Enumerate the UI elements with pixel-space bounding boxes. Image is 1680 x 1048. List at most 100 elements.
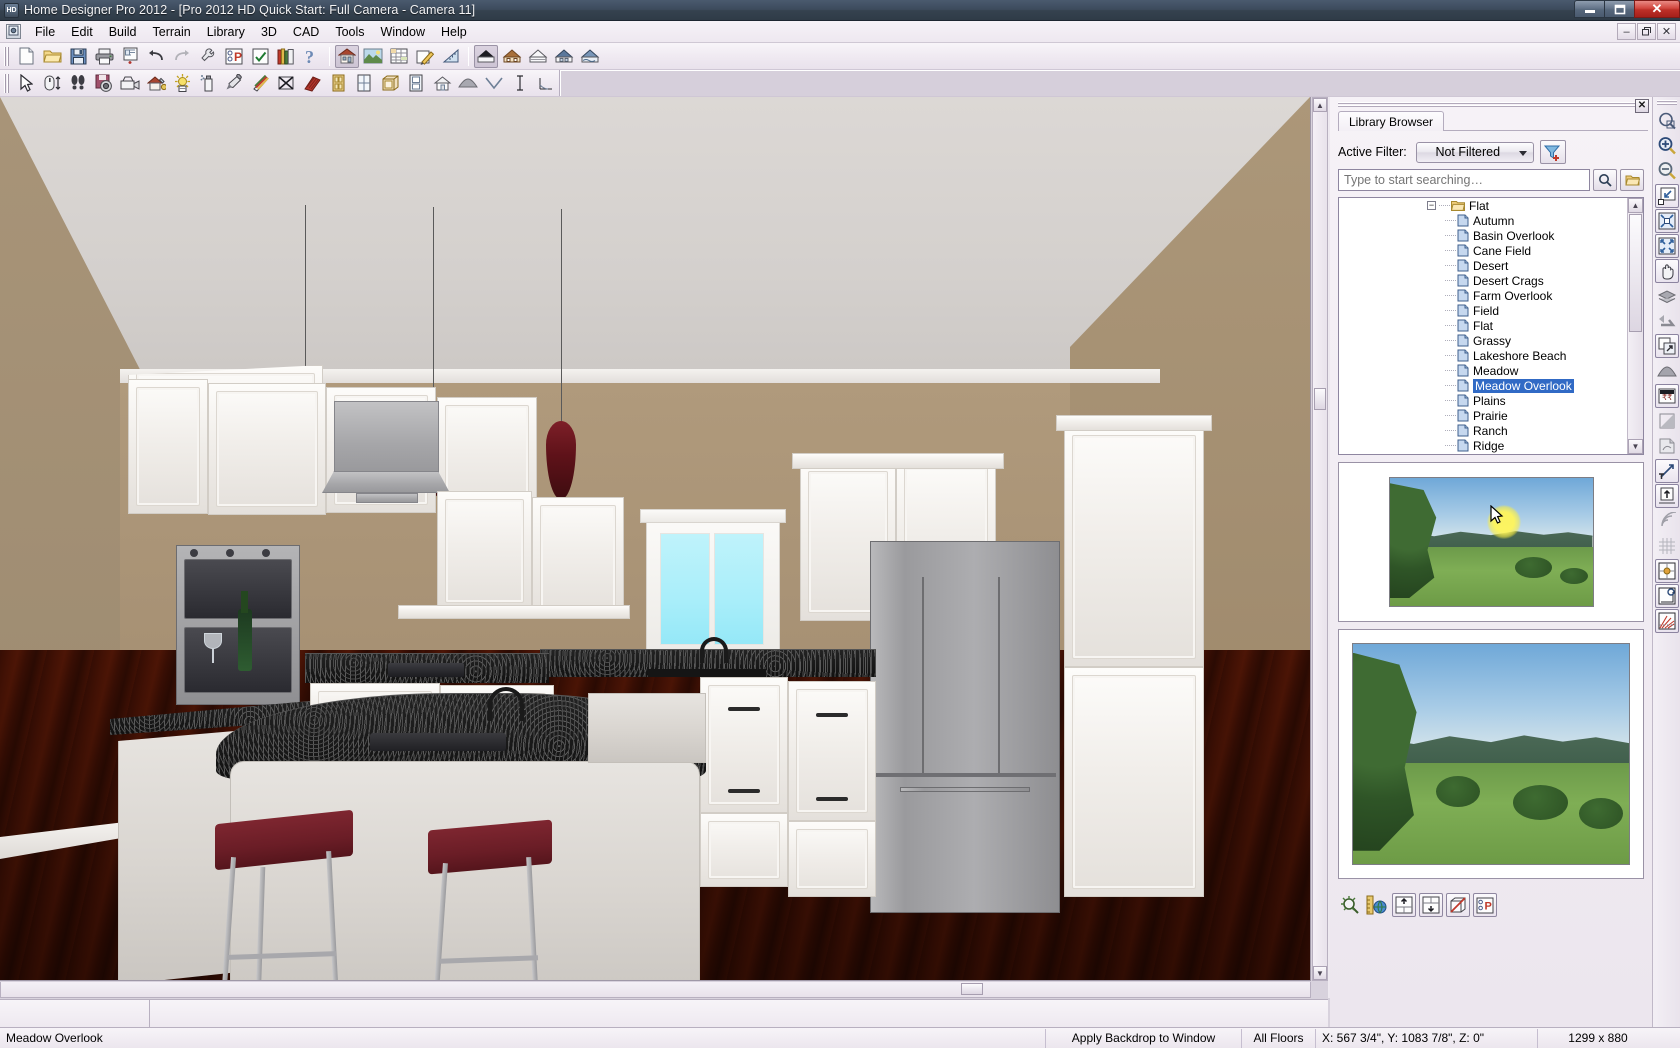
camera-view-button[interactable] (361, 45, 385, 68)
new-plan-button[interactable] (14, 45, 38, 68)
tree-item-prairie[interactable]: Prairie (1339, 408, 1626, 423)
tree-item-desert-crags[interactable]: Desert Crags (1339, 273, 1626, 288)
tree-node-flat-folder[interactable]: − Flat (1339, 198, 1626, 213)
bump-map-button[interactable] (1655, 434, 1679, 458)
save-camera-button[interactable] (92, 72, 116, 95)
terrain-hill-button[interactable] (456, 72, 480, 95)
edit-area-button[interactable] (413, 45, 437, 68)
zoom-window-button[interactable] (1655, 109, 1679, 133)
viewport-vertical-scrollbar[interactable]: ▲ ▼ (1312, 97, 1328, 981)
toolbar-grip[interactable] (3, 74, 10, 93)
vertical-scroll-thumb[interactable] (1314, 388, 1326, 410)
full-camera-button[interactable] (474, 45, 498, 68)
cross-section-button[interactable] (552, 45, 576, 68)
material-painter-button[interactable] (248, 72, 272, 95)
panel-properties-button[interactable]: P (1473, 893, 1497, 917)
menu-edit[interactable]: Edit (63, 22, 101, 42)
previous-floor-button[interactable] (1655, 284, 1679, 308)
tree-scroll-down-arrow[interactable]: ▼ (1628, 439, 1643, 454)
reference-display-button[interactable] (1655, 309, 1679, 333)
tree-item-grassy[interactable]: Grassy (1339, 333, 1626, 348)
eyedropper-button[interactable] (222, 72, 246, 95)
save-plan-button[interactable] (66, 45, 90, 68)
overview-button[interactable] (578, 45, 602, 68)
view-options-button[interactable] (1338, 893, 1362, 917)
viewport-horizontal-scrollbar[interactable] (0, 982, 1311, 998)
elevation-camera-button[interactable] (526, 45, 550, 68)
search-input[interactable] (1338, 169, 1590, 191)
sun-angle-button[interactable] (170, 72, 194, 95)
library-browser-button[interactable] (274, 45, 298, 68)
horizontal-scroll-thumb[interactable] (961, 983, 983, 995)
zoom-out-button[interactable] (1655, 159, 1679, 183)
dimension-button[interactable] (508, 72, 532, 95)
library-panel-grip[interactable] (1338, 101, 1636, 110)
fill-window-building-button[interactable] (1655, 209, 1679, 233)
tree-item-ranch[interactable]: Ranch (1339, 423, 1626, 438)
mdi-close-button[interactable]: ✕ (1657, 23, 1676, 40)
select-objects-button[interactable] (14, 72, 38, 95)
menu-terrain[interactable]: Terrain (145, 22, 199, 42)
toolbar-grip[interactable] (1657, 99, 1677, 106)
window-close-button[interactable]: ✕ (1634, 0, 1680, 18)
tree-scroll-thumb[interactable] (1629, 214, 1642, 332)
print-button[interactable] (92, 45, 116, 68)
grid-snaps-button[interactable] (1655, 534, 1679, 558)
active-filter-select[interactable]: Not Filtered (1416, 142, 1534, 163)
place-above-button[interactable] (1392, 893, 1416, 917)
menu-window[interactable]: Window (373, 22, 433, 42)
tree-item-meadow-overlook[interactable]: Meadow Overlook (1339, 378, 1626, 393)
walkthrough-button[interactable] (66, 72, 90, 95)
tree-item-cane-field[interactable]: Cane Field (1339, 243, 1626, 258)
redo-button[interactable] (170, 45, 194, 68)
zoom-extents-button[interactable] (1655, 234, 1679, 258)
angle-button[interactable] (534, 72, 558, 95)
tree-item-field[interactable]: Field (1339, 303, 1626, 318)
menu-build[interactable]: Build (101, 22, 145, 42)
no-backdrop-button[interactable] (274, 72, 298, 95)
no-3d-button[interactable] (1446, 893, 1470, 917)
roofing-button[interactable] (300, 72, 324, 95)
backdrop-hill-button[interactable] (1655, 359, 1679, 383)
preferences-button[interactable] (196, 45, 220, 68)
plan-defaults-button[interactable]: P (222, 45, 246, 68)
zoom-in-button[interactable] (1655, 134, 1679, 158)
tree-item-meadow[interactable]: Meadow (1339, 363, 1626, 378)
browse-folder-button[interactable] (1620, 169, 1644, 191)
undo-button[interactable] (144, 45, 168, 68)
page-setup-button[interactable]: ₹₹ (1655, 384, 1679, 408)
menu-file[interactable]: File (27, 22, 63, 42)
menu-3d[interactable]: 3D (253, 22, 285, 42)
fill-window-button[interactable] (1655, 184, 1679, 208)
house-small-button[interactable] (430, 72, 454, 95)
menu-cad[interactable]: CAD (285, 22, 327, 42)
line-arrow-button[interactable] (1655, 459, 1679, 483)
tree-vertical-scrollbar[interactable]: ▲ ▼ (1627, 198, 1643, 454)
shadow-button[interactable] (1655, 409, 1679, 433)
open-plan-button[interactable] (40, 45, 64, 68)
tree-item-lakeshore-beach[interactable]: Lakeshore Beach (1339, 348, 1626, 363)
place-below-button[interactable] (1419, 893, 1443, 917)
floor-camera-button[interactable] (500, 45, 524, 68)
adjust-camera-button[interactable] (118, 72, 142, 95)
menu-tools[interactable]: Tools (327, 22, 372, 42)
tab-library-browser[interactable]: Library Browser (1338, 111, 1444, 131)
spray-paint-button[interactable] (196, 72, 220, 95)
tree-item-plains[interactable]: Plains (1339, 393, 1626, 408)
tree-item-basin-overlook[interactable]: Basin Overlook (1339, 228, 1626, 243)
check-button[interactable] (248, 45, 272, 68)
scroll-up-arrow[interactable]: ▲ (1313, 98, 1327, 112)
define-filter-button[interactable] (1540, 140, 1566, 164)
document-icon[interactable] (6, 24, 21, 39)
swap-views-button[interactable] (1655, 334, 1679, 358)
pan-window-button[interactable] (1655, 259, 1679, 283)
print-preview-button[interactable] (118, 45, 142, 68)
material-list-button[interactable] (387, 45, 411, 68)
sound-waves-button[interactable] (1655, 509, 1679, 533)
collapse-expander-icon[interactable]: − (1427, 201, 1436, 210)
help-button[interactable]: ? (300, 45, 324, 68)
scroll-down-arrow[interactable]: ▼ (1313, 966, 1327, 980)
appliance-button[interactable] (404, 72, 428, 95)
window-maximize-button[interactable] (1604, 0, 1634, 18)
mdi-minimize-button[interactable]: – (1617, 23, 1636, 40)
